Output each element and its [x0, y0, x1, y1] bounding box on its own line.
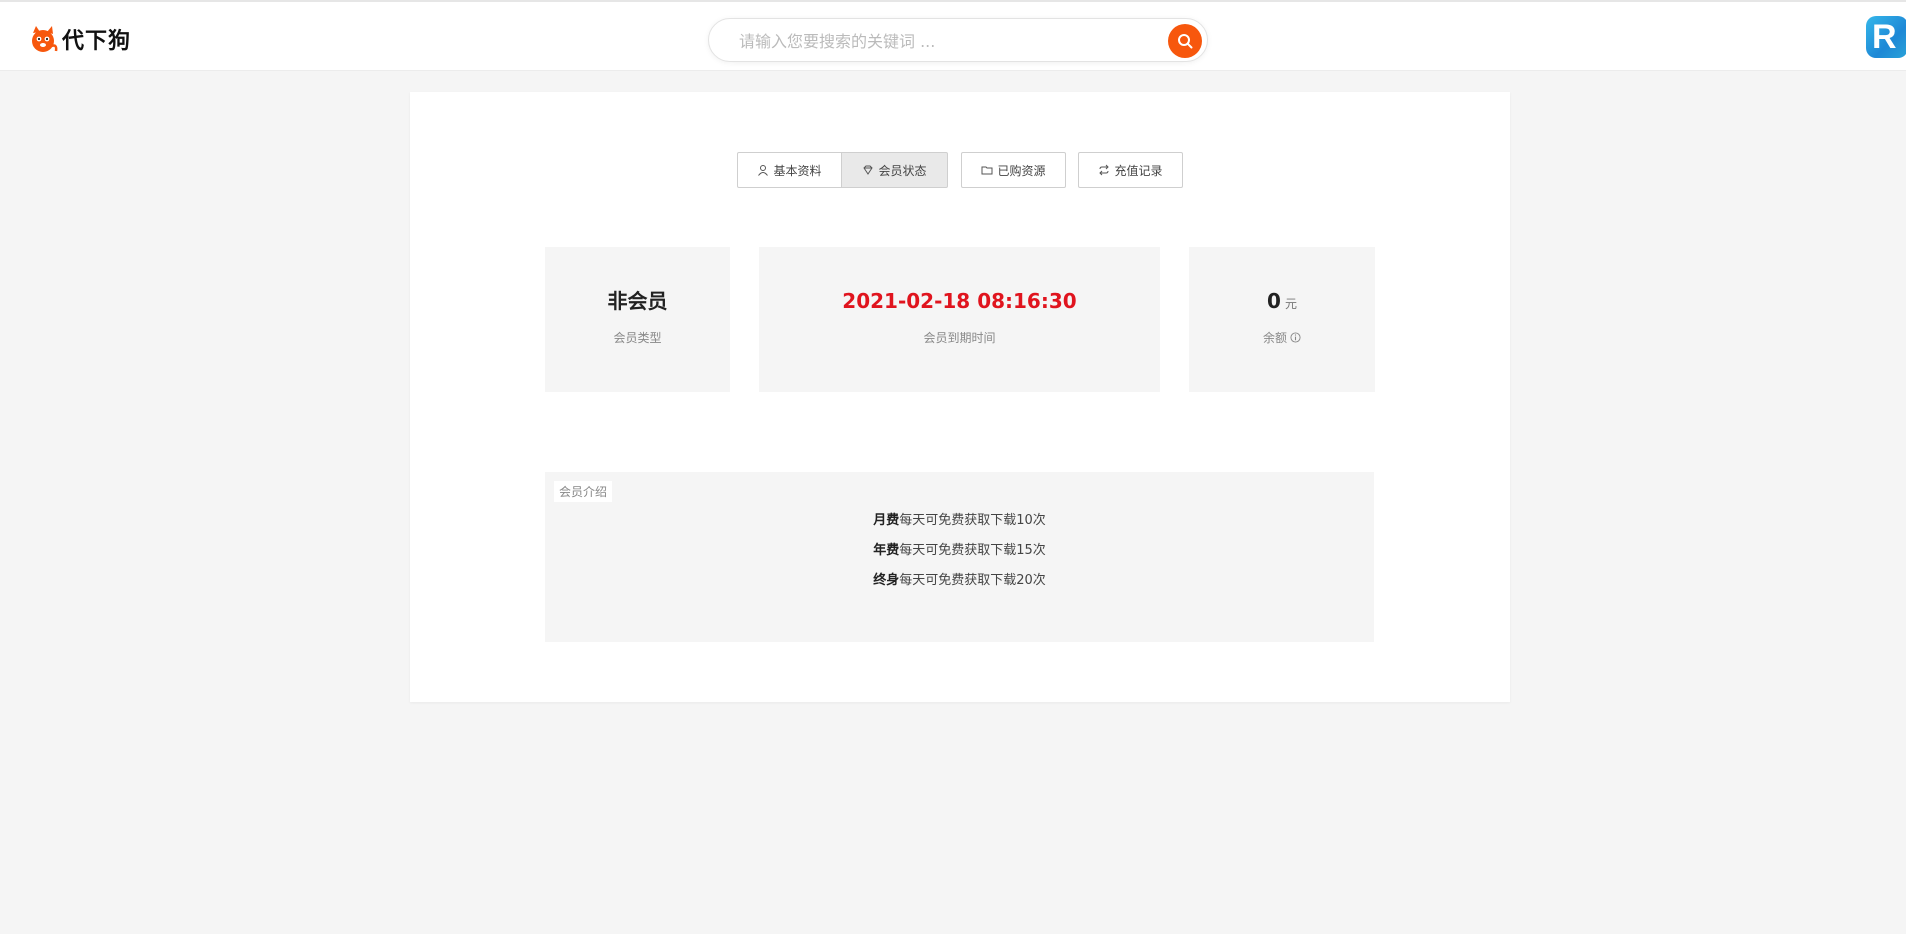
- plan-desc: 每天可免费获取下载10次: [899, 513, 1046, 528]
- tab-purchased-resources[interactable]: 已购资源: [961, 152, 1066, 188]
- tab-recharge-records[interactable]: 充值记录: [1078, 152, 1183, 188]
- member-type-card: 非会员 会员类型: [545, 247, 730, 392]
- profile-tabs: 基本资料 会员状态 已购资源 充值记录: [737, 152, 1183, 188]
- diamond-icon: [863, 165, 874, 175]
- info-icon[interactable]: [1290, 332, 1301, 343]
- folder-icon: [981, 166, 993, 175]
- intro-line-yearly: 年费每天可免费获取下载15次: [545, 542, 1374, 572]
- site-logo[interactable]: 代下狗: [30, 22, 131, 56]
- dog-logo-icon: [30, 24, 58, 54]
- plan-name: 月费: [873, 513, 900, 528]
- member-type-label: 会员类型: [545, 329, 730, 346]
- balance-unit: 元: [1284, 297, 1297, 311]
- tab-basic-info[interactable]: 基本资料: [737, 152, 842, 188]
- plan-desc: 每天可免费获取下载15次: [899, 543, 1046, 558]
- user-icon: [758, 165, 769, 176]
- top-header: 代下狗 R: [0, 0, 1906, 71]
- member-type-label-text: 会员类型: [613, 331, 662, 345]
- member-panel: 基本资料 会员状态 已购资源 充值记录 非会员 会员类型 2021-02-18 …: [410, 92, 1510, 702]
- tab-basic-info-label: 基本资料: [773, 163, 822, 178]
- balance-label: 余额: [1189, 329, 1375, 346]
- expire-time-label: 会员到期时间: [759, 329, 1160, 346]
- balance-value: 0: [1267, 289, 1281, 313]
- expire-time-label-text: 会员到期时间: [923, 331, 996, 345]
- expire-time-card: 2021-02-18 08:16:30 会员到期时间: [759, 247, 1160, 392]
- plan-name: 终身: [873, 573, 900, 588]
- search-button[interactable]: [1168, 24, 1202, 58]
- tab-member-status[interactable]: 会员状态: [842, 152, 948, 188]
- intro-line-monthly: 月费每天可免费获取下载10次: [545, 512, 1374, 542]
- balance-card: 0元 余额: [1189, 247, 1375, 392]
- plan-desc: 每天可免费获取下载20次: [899, 573, 1046, 588]
- intro-line-lifetime: 终身每天可免费获取下载20次: [545, 572, 1374, 602]
- tab-member-status-label: 会员状态: [878, 163, 927, 178]
- app-avatar[interactable]: R: [1866, 16, 1906, 58]
- exchange-icon: [1099, 164, 1110, 176]
- expire-time-value: 2021-02-18 08:16:30: [842, 289, 1077, 313]
- logo-text: 代下狗: [62, 29, 132, 54]
- member-intro-box: 会员介绍 月费每天可免费获取下载10次 年费每天可免费获取下载15次 终身每天可…: [545, 472, 1374, 642]
- search-input[interactable]: [737, 29, 1137, 53]
- member-type-value: 非会员: [607, 289, 668, 313]
- balance-value-row: 0元: [1189, 287, 1375, 315]
- member-intro-title: 会员介绍: [554, 481, 613, 502]
- balance-label-text: 余额: [1262, 331, 1287, 345]
- member-intro-list: 月费每天可免费获取下载10次 年费每天可免费获取下载15次 终身每天可免费获取下…: [545, 512, 1374, 602]
- tab-recharge-records-label: 充值记录: [1114, 163, 1163, 178]
- search-bar: [708, 18, 1208, 62]
- plan-name: 年费: [873, 543, 900, 558]
- tab-purchased-resources-label: 已购资源: [997, 163, 1046, 178]
- search-icon: [1178, 34, 1193, 49]
